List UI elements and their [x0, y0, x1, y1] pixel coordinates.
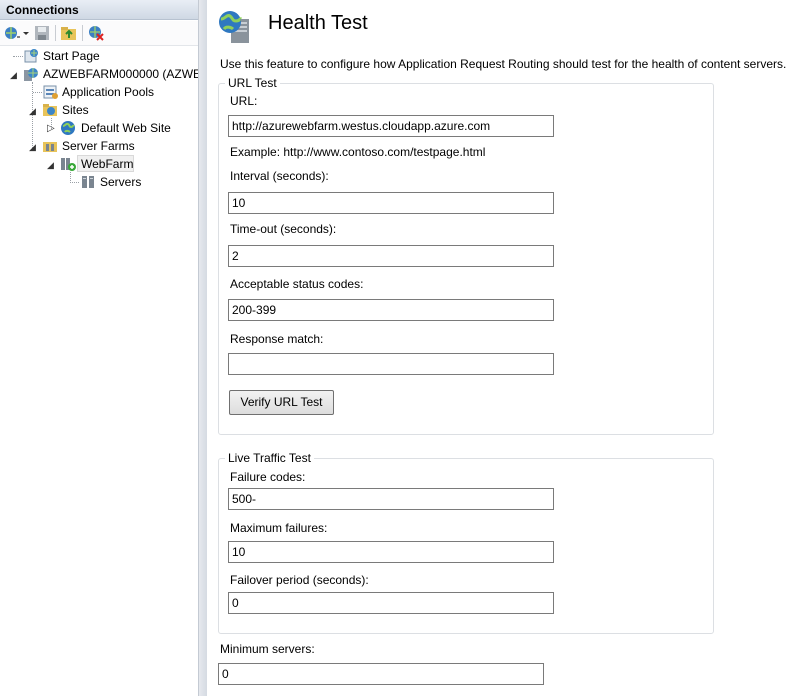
save-icon[interactable] — [33, 24, 51, 42]
tree-label: Sites — [62, 103, 89, 117]
collapse-arrow-icon[interactable]: ◢ — [29, 138, 36, 156]
failover-period-input[interactable]: 0 — [228, 592, 554, 614]
group-legend: URL Test — [225, 76, 280, 90]
connect-globe-icon[interactable] — [3, 24, 21, 42]
connections-toolbar — [0, 21, 198, 46]
tree-label: Start Page — [43, 49, 100, 63]
connections-header: Connections — [0, 0, 198, 20]
status-codes-input[interactable]: 200-399 — [228, 299, 554, 321]
timeout-input[interactable]: 2 — [228, 245, 554, 267]
timeout-label: Time-out (seconds): — [230, 222, 337, 236]
failure-codes-input[interactable]: 500- — [228, 488, 554, 510]
tree-label: WebFarm — [81, 157, 134, 171]
page-description: Use this feature to configure how Applic… — [220, 57, 787, 71]
url-example-text: Example: http://www.contoso.com/testpage… — [230, 145, 486, 159]
dropdown-arrow-icon[interactable] — [22, 24, 30, 42]
tree-item-servers[interactable]: Servers — [0, 173, 198, 191]
webfarm-icon — [60, 156, 76, 172]
health-test-panel: Health Test Use this feature to configur… — [206, 0, 793, 696]
tree-item-server[interactable]: ◢ AZWEBFARM000000 (AZWEBFARM000000\ — [0, 65, 198, 83]
application-pools-icon — [43, 84, 59, 100]
up-folder-icon[interactable] — [60, 24, 78, 42]
tree-label: Server Farms — [62, 139, 135, 153]
expand-arrow-icon[interactable]: ▷ — [47, 120, 55, 138]
page-title: Health Test — [268, 12, 368, 34]
toolbar-separator — [55, 25, 56, 41]
maximum-failures-label: Maximum failures: — [230, 521, 328, 535]
tree-item-server-farms[interactable]: ◢ Server Farms — [0, 137, 198, 155]
url-input[interactable]: http://azurewebfarm.westus.cloudapp.azur… — [228, 115, 554, 137]
response-match-label: Response match: — [230, 332, 324, 346]
tree-item-application-pools[interactable]: Application Pools — [0, 83, 198, 101]
server-farms-icon — [42, 138, 58, 154]
start-page-icon — [23, 48, 39, 64]
tree-label: AZWEBFARM000000 (AZWEBFARM000000\ — [43, 67, 198, 81]
status-codes-label: Acceptable status codes: — [230, 277, 364, 291]
url-label: URL: — [230, 94, 258, 108]
collapse-arrow-icon[interactable]: ◢ — [10, 66, 17, 84]
tree-label: Servers — [100, 175, 142, 189]
collapse-arrow-icon[interactable]: ◢ — [29, 102, 36, 120]
minimum-servers-label: Minimum servers: — [220, 642, 315, 656]
failover-period-label: Failover period (seconds): — [230, 573, 369, 587]
response-match-input[interactable] — [228, 353, 554, 375]
server-globe-icon — [23, 66, 39, 82]
health-test-icon — [217, 9, 251, 45]
sites-folder-icon — [42, 102, 58, 118]
tree-item-sites[interactable]: ◢ Sites — [0, 101, 198, 119]
group-legend: Live Traffic Test — [225, 451, 314, 465]
globe-icon — [60, 120, 76, 136]
verify-url-test-button[interactable]: Verify URL Test — [229, 390, 334, 415]
interval-label: Interval (seconds): — [230, 169, 329, 183]
tree-label: Application Pools — [62, 85, 155, 99]
collapse-arrow-icon[interactable]: ◢ — [47, 156, 54, 174]
tree-label: Default Web Site — [81, 121, 171, 135]
disconnect-icon[interactable] — [87, 24, 105, 42]
tree-item-start-page[interactable]: Start Page — [0, 47, 198, 65]
tree-item-default-web-site[interactable]: ▷ Default Web Site — [0, 119, 198, 137]
minimum-servers-input[interactable]: 0 — [218, 663, 544, 685]
failure-codes-label: Failure codes: — [230, 470, 306, 484]
interval-input[interactable]: 10 — [228, 192, 554, 214]
servers-icon — [80, 174, 96, 190]
connections-pane: Connections Start Page ◢ AZWEBFARM000000… — [0, 0, 198, 696]
maximum-failures-input[interactable]: 10 — [228, 541, 554, 563]
toolbar-separator — [82, 25, 83, 41]
tree-item-webfarm[interactable]: ◢ WebFarm — [0, 155, 198, 173]
